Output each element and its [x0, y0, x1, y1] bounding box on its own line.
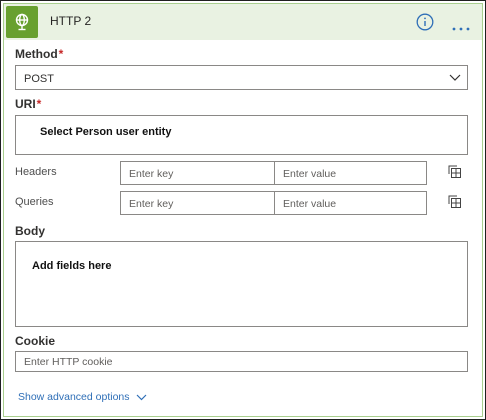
- show-advanced-options-link[interactable]: Show advanced options: [18, 391, 147, 403]
- body-value: Add fields here: [32, 260, 112, 272]
- queries-key-input[interactable]: Enter key: [129, 198, 173, 210]
- globe-icon: [6, 6, 38, 38]
- card-inner: HTTP 2 Method* POST URI* Select Person u…: [3, 3, 483, 417]
- chevron-down-icon: [449, 74, 461, 81]
- headers-key-input[interactable]: Enter key: [129, 168, 173, 180]
- method-select[interactable]: POST: [15, 65, 468, 90]
- info-icon[interactable]: [416, 13, 434, 31]
- uri-label: URI*: [15, 97, 41, 111]
- required-mark: *: [58, 47, 64, 61]
- chevron-down-icon: [136, 394, 146, 400]
- http-action-card: HTTP 2 Method* POST URI* Select Person u…: [0, 0, 486, 420]
- headers-label: Headers: [15, 166, 57, 178]
- cookie-input[interactable]: Enter HTTP cookie: [15, 351, 468, 372]
- headers-value-input[interactable]: Enter value: [283, 168, 336, 180]
- cookie-label: Cookie: [15, 334, 56, 348]
- advanced-label: Show advanced options: [18, 391, 130, 403]
- headers-row: Enter key Enter value: [120, 161, 427, 185]
- queries-value-input[interactable]: Enter value: [283, 198, 336, 210]
- uri-label-text: URI: [15, 97, 36, 111]
- body-input[interactable]: Add fields here: [15, 241, 468, 327]
- card-header[interactable]: HTTP 2: [4, 4, 482, 40]
- switch-to-text-mode-icon[interactable]: [448, 195, 462, 209]
- cookie-placeholder: Enter HTTP cookie: [24, 356, 113, 368]
- divider: [274, 162, 275, 184]
- method-label-text: Method: [15, 47, 58, 61]
- uri-value: Select Person user entity: [40, 126, 172, 138]
- divider: [274, 192, 275, 214]
- method-value: POST: [24, 73, 54, 85]
- more-options-icon[interactable]: [452, 19, 470, 31]
- queries-row: Enter key Enter value: [120, 191, 427, 215]
- switch-to-text-mode-icon[interactable]: [448, 165, 462, 179]
- required-mark: *: [36, 97, 42, 111]
- method-label: Method*: [15, 47, 63, 61]
- card-title: HTTP 2: [50, 14, 92, 28]
- body-label: Body: [15, 224, 45, 238]
- uri-input[interactable]: Select Person user entity: [15, 115, 468, 155]
- queries-label: Queries: [15, 196, 54, 208]
